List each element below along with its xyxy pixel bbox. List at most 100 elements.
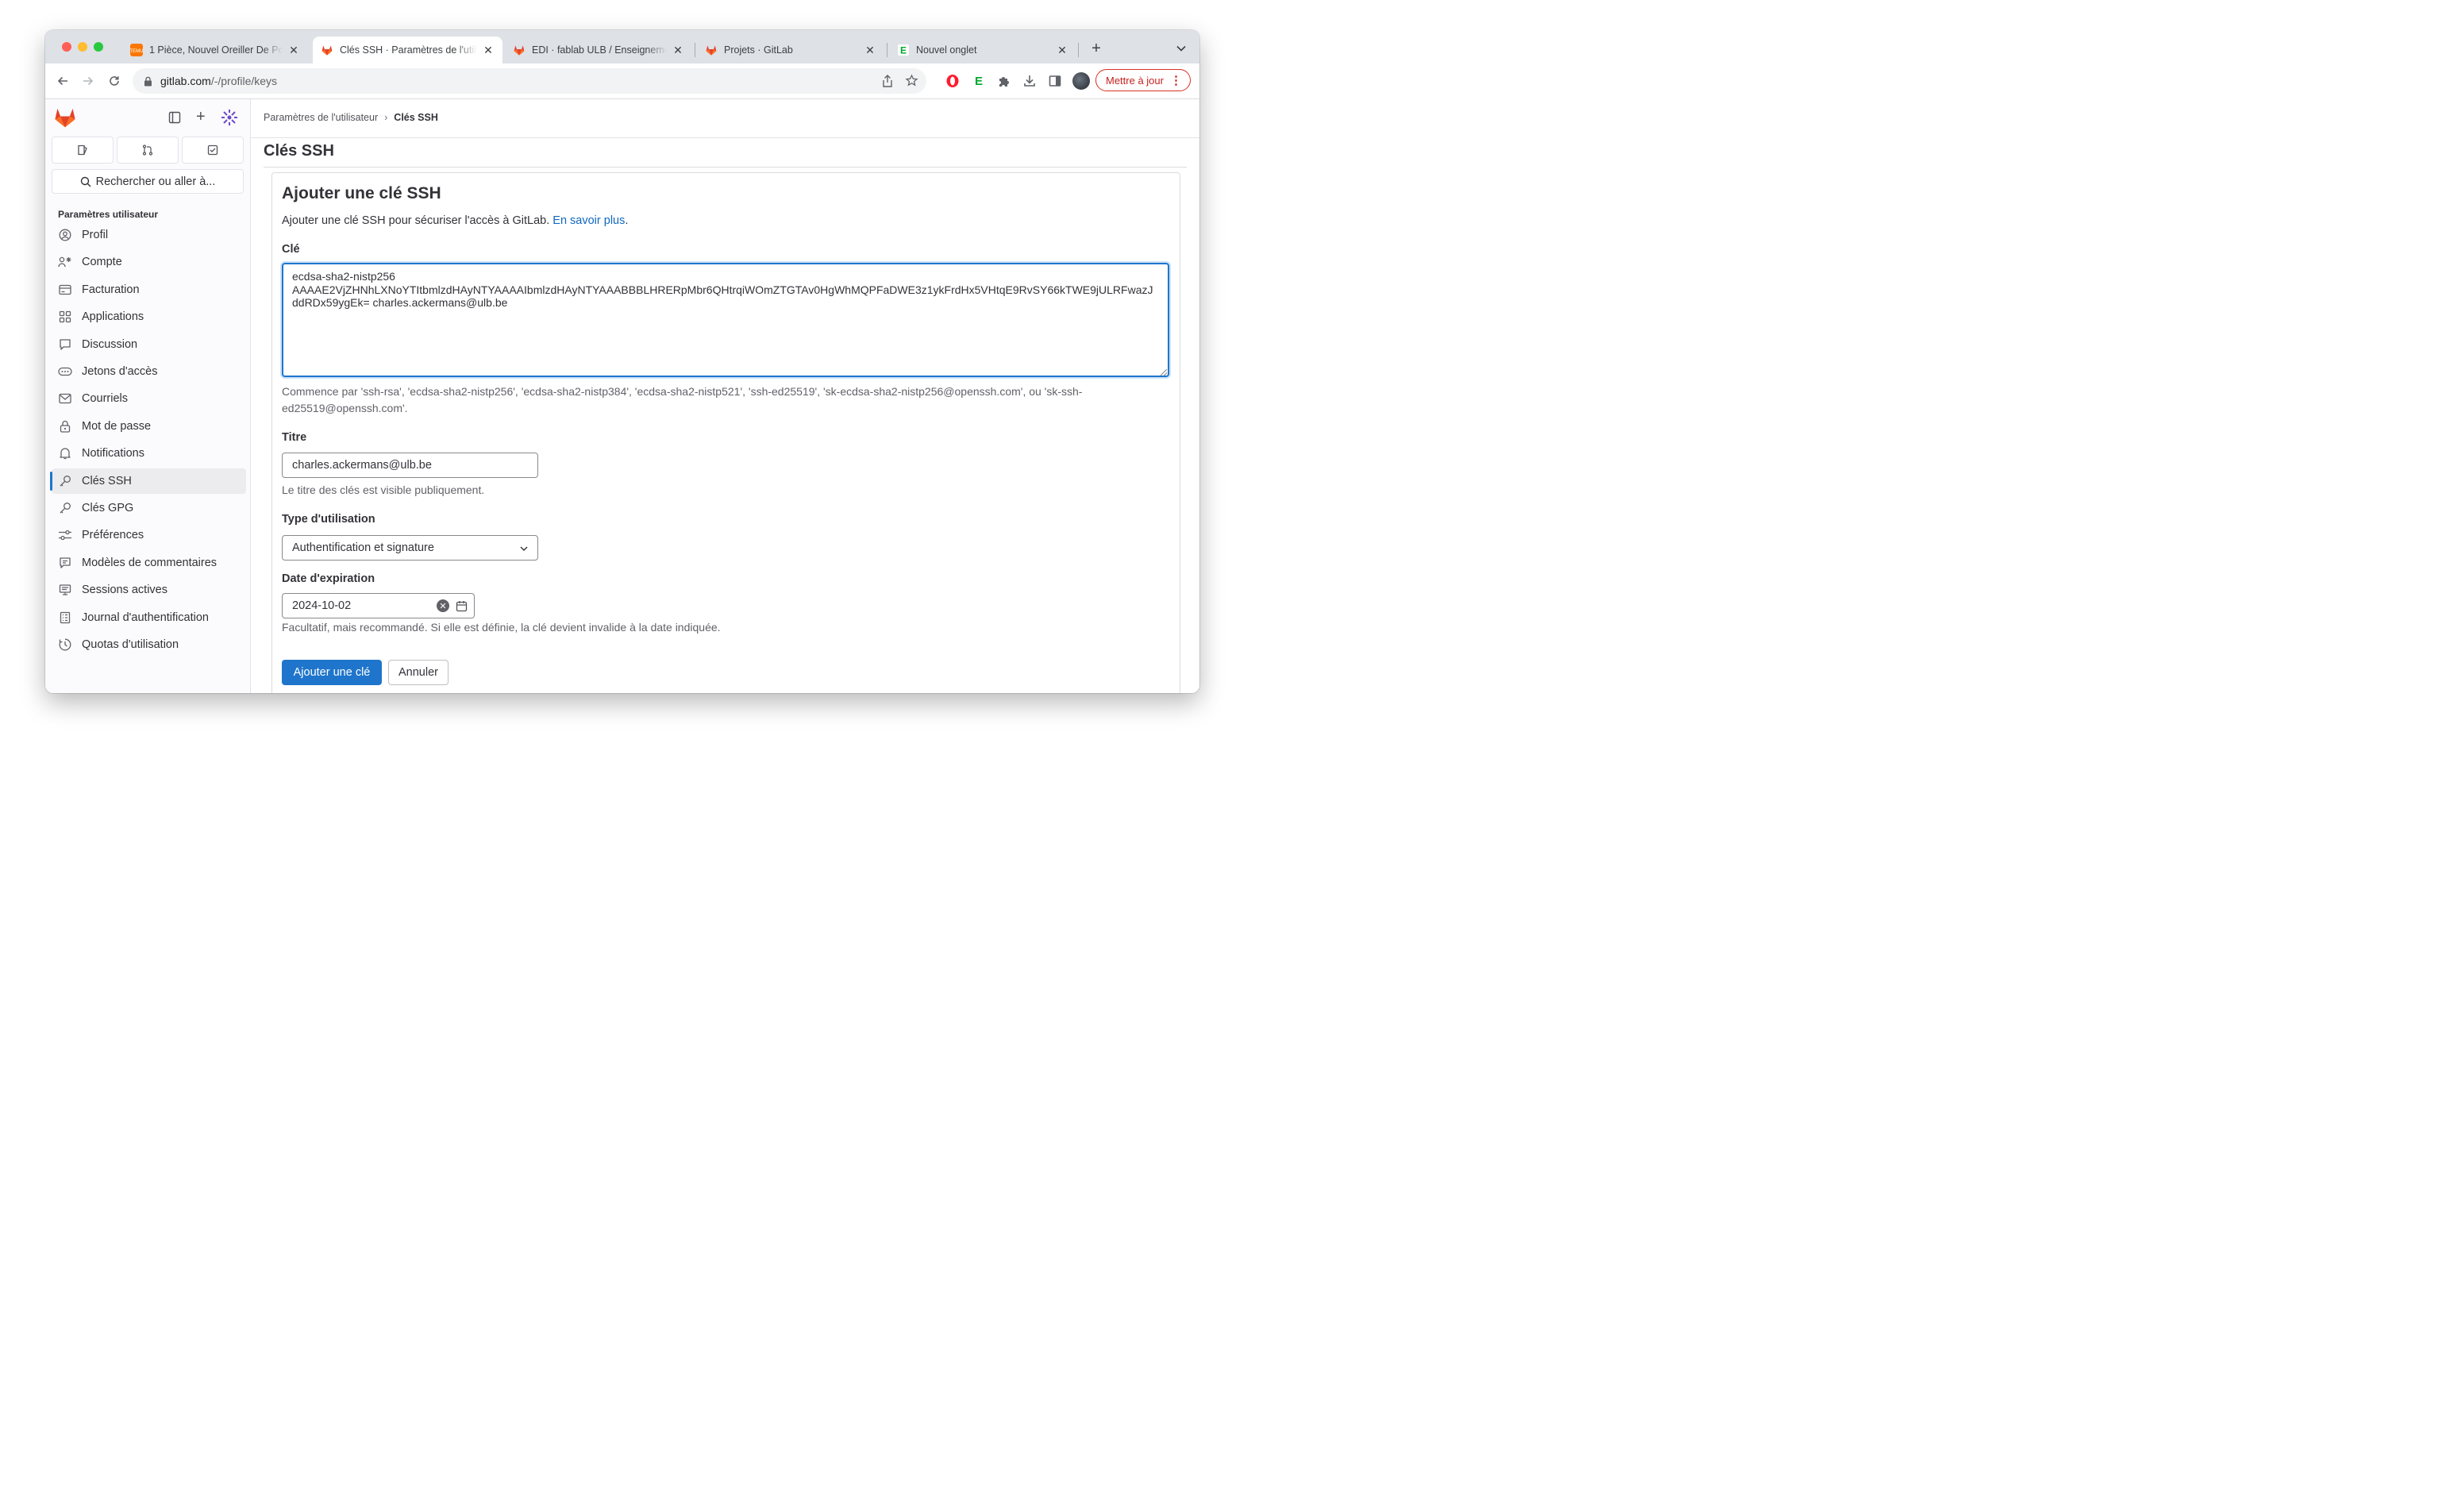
sidebar-item-courriels[interactable]: Courriels [52,386,246,411]
sidebar-heading: Paramètres utilisateur [58,209,159,220]
create-new-plus-icon[interactable]: + [196,108,206,126]
mail-icon [58,391,72,406]
sidebar-item-profil[interactable]: Profil [52,222,246,248]
title-label: Titre [282,431,307,444]
title-input[interactable]: charles.ackermans@ulb.be [282,453,538,478]
issues-shortcut-button[interactable] [52,137,114,164]
download-icon[interactable] [1022,73,1038,89]
sidebar-item-cles-ssh[interactable]: Clés SSH [50,468,246,494]
address-bar[interactable]: gitlab.com/-/profile/keys [133,68,926,94]
tab-title: Projets · GitLab [724,44,793,56]
title-input-value: charles.ackermans@ulb.be [292,459,432,472]
gitlab-sidebar: + Rechercher ou aller à... Paramètres ut… [45,99,251,693]
close-tab-icon[interactable]: ✕ [672,44,684,57]
browser-tab[interactable]: TEMU 1 Pièce, Nouvel Oreiller De Pour ✕ [122,37,308,64]
log-icon [58,611,72,625]
token-icon [58,364,72,379]
update-browser-button[interactable]: Mettre à jour ⋮ [1095,69,1191,91]
lock-icon[interactable] [144,76,152,87]
extensions-puzzle-icon[interactable] [996,73,1012,89]
toggle-sidebar-icon[interactable] [168,111,181,124]
sidebar-item-label: Facturation [82,283,140,296]
sidebar-item-label: Mot de passe [82,419,152,433]
user-avatar-icon[interactable] [221,109,238,126]
close-tab-icon[interactable]: ✕ [482,44,495,57]
breadcrumb: Paramètres de l'utilisateur › Clés SSH [264,112,438,123]
browser-tab[interactable]: E Nouvel onglet ✕ [889,37,1076,64]
sidebar-item-label: Discussion [82,337,138,351]
add-ssh-key-card: Ajouter une clé SSH Ajouter une clé SSH … [271,172,1180,693]
svg-text:TEMU: TEMU [130,49,143,54]
reload-icon[interactable] [106,73,122,89]
evernote-extension-icon[interactable]: E [971,73,987,89]
sidebar-item-sessions-actives[interactable]: Sessions actives [52,577,246,603]
tab-search-chevron-icon[interactable] [1173,40,1189,56]
merge-requests-shortcut-button[interactable] [117,137,179,164]
forward-arrow-icon[interactable] [80,73,96,89]
sidebar-item-label: Compte [82,256,122,269]
more-menu-icon[interactable]: ⋮ [1170,73,1182,87]
sidebar-item-label: Journal d'authentification [82,611,209,624]
gitlab-logo-icon[interactable] [54,107,76,132]
profile-avatar-icon[interactable] [1072,72,1090,90]
gitlab-favicon-icon [321,44,333,56]
learn-more-link[interactable]: En savoir plus [552,214,625,227]
search-or-go-button[interactable]: Rechercher ou aller à... [52,169,244,194]
gitlab-favicon-icon [705,44,718,56]
comment-template-icon [58,556,72,570]
sidebar-item-compte[interactable]: Compte [52,249,246,275]
sidebar-item-discussion[interactable]: Discussion [52,332,246,357]
side-panel-icon[interactable] [1047,73,1063,89]
key-icon [58,474,72,488]
sidebar-item-label: Clés SSH [82,474,132,487]
share-icon[interactable] [882,75,893,87]
textarea-resize-handle-icon[interactable] [1161,369,1167,376]
minimize-window-button[interactable] [78,42,87,52]
sidebar-item-label: Jetons d'accès [82,365,158,378]
sidebar-item-applications[interactable]: Applications [52,304,246,329]
account-icon [58,255,72,269]
usage-type-value: Authentification et signature [292,541,434,554]
new-tab-icon[interactable]: + [1088,40,1104,57]
sidebar-item-preferences[interactable]: Préférences [52,522,246,548]
quota-icon [58,638,72,652]
sidebar-item-cles-gpg[interactable]: Clés GPG [52,495,246,521]
sidebar-item-modeles-de-commentaires[interactable]: Modèles de commentaires [52,550,246,576]
opera-extension-icon[interactable] [945,73,961,89]
sidebar-item-notifications[interactable]: Notifications [52,441,246,466]
tab-separator [1078,43,1079,57]
expiry-date-input[interactable]: 2024-10-02 ✕ [282,593,475,618]
close-tab-icon[interactable]: ✕ [1056,44,1068,57]
tab-title: 1 Pièce, Nouvel Oreiller De Pour [149,44,283,56]
sidebar-item-mot-de-passe[interactable]: Mot de passe [52,414,246,439]
sidebar-item-quotas-d-utilisation[interactable]: Quotas d'utilisation [52,632,246,657]
sidebar-item-journal-d-authentification[interactable]: Journal d'authentification [52,605,246,630]
close-window-button[interactable] [62,42,71,52]
add-key-button[interactable]: Ajouter une clé [282,660,382,685]
browser-tab[interactable]: EDI · fablab ULB / Enseignements ✕ [505,37,692,64]
zoom-window-button[interactable] [94,42,103,52]
sidebar-item-facturation[interactable]: Facturation [52,277,246,302]
close-tab-icon[interactable]: ✕ [287,44,300,57]
expiry-date-value: 2024-10-02 [292,599,352,612]
main-content: Paramètres de l'utilisateur › Clés SSH C… [251,99,1199,693]
browser-tab[interactable]: Projets · GitLab ✕ [697,37,884,64]
expiry-date-label: Date d'expiration [282,572,375,585]
header-divider [251,137,1199,138]
usage-type-select[interactable]: Authentification et signature [282,535,538,561]
browser-tab-active[interactable]: Clés SSH · Paramètres de l'utilisateur ✕ [313,37,502,64]
breadcrumb-parent-link[interactable]: Paramètres de l'utilisateur [264,112,378,123]
ssh-key-textarea[interactable]: ecdsa-sha2-nistp256 AAAAE2VjZHNhLXNoYTIt… [282,263,1169,377]
sidebar-item-jetons-d-acces[interactable]: Jetons d'accès [52,359,246,384]
todo-shortcut-button[interactable] [182,137,244,164]
svg-text:E: E [900,45,907,56]
browser-window: TEMU 1 Pièce, Nouvel Oreiller De Pour ✕ … [45,30,1199,693]
expiry-help-text: Facultatif, mais recommandé. Si elle est… [282,621,721,634]
cancel-button[interactable]: Annuler [388,660,449,685]
back-arrow-icon[interactable] [55,73,71,89]
update-label: Mettre à jour [1106,74,1164,87]
close-tab-icon[interactable]: ✕ [864,44,876,57]
clear-date-icon[interactable]: ✕ [437,599,449,612]
bookmark-star-icon[interactable] [905,74,918,87]
calendar-icon[interactable] [456,600,468,612]
